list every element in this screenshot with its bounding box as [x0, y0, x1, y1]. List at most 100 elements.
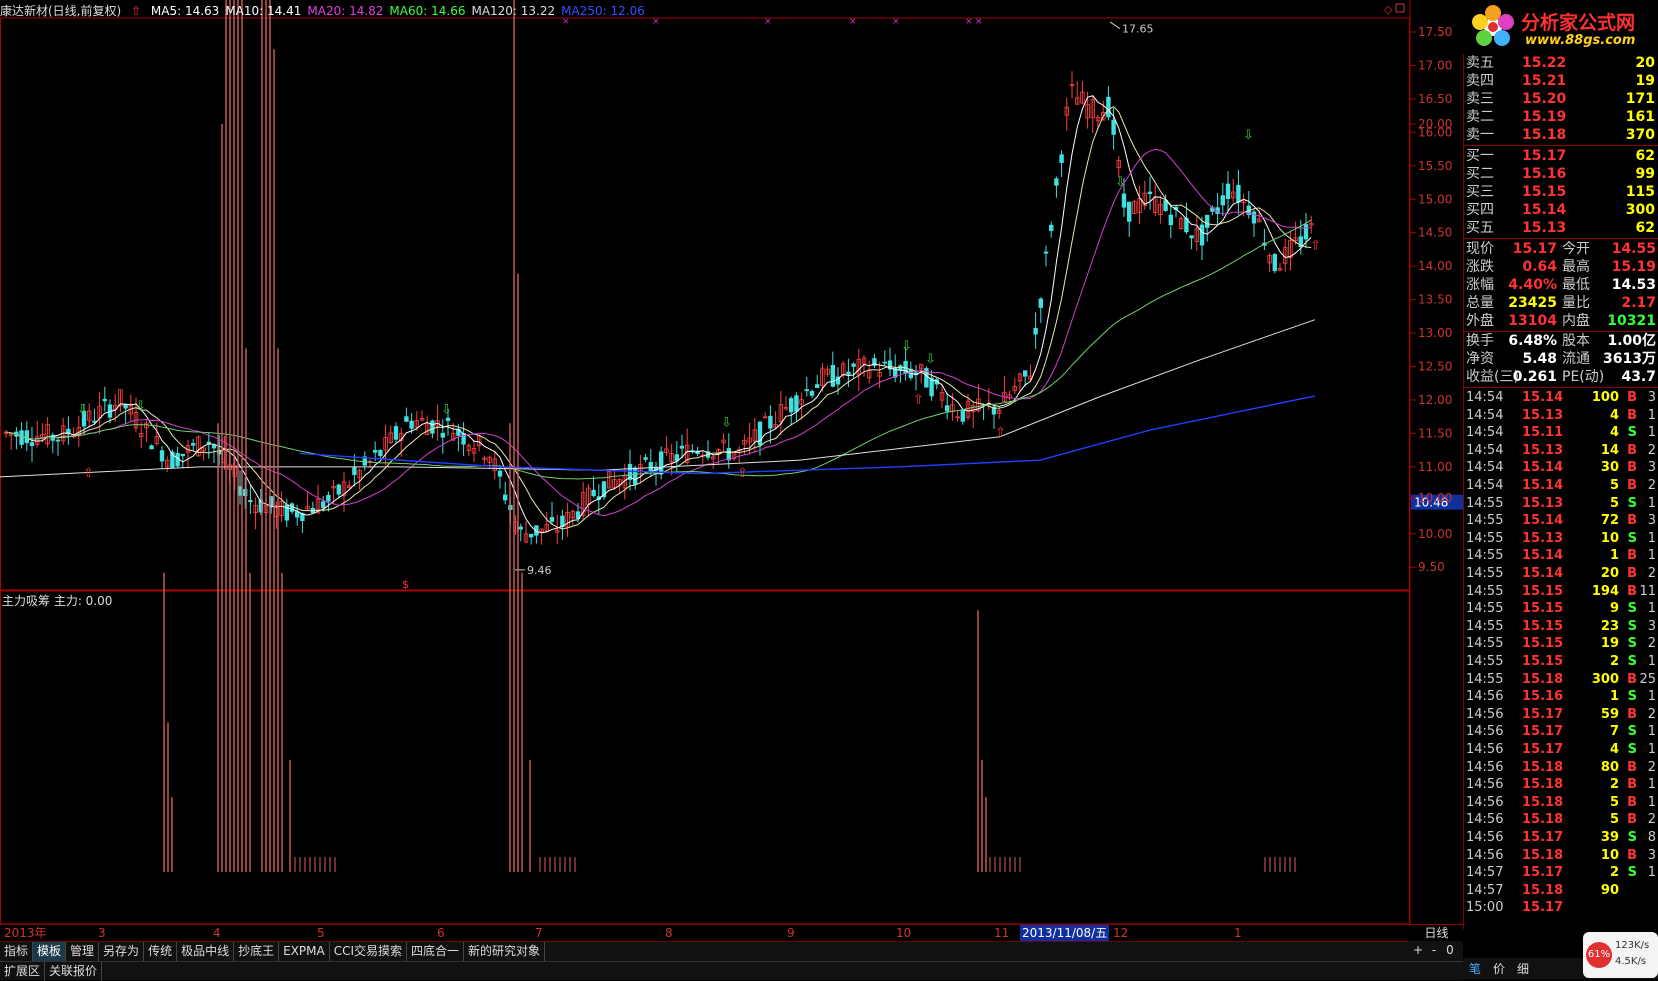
bid-row[interactable]: 买五 15.13 62 [1464, 219, 1658, 238]
candle-body [180, 453, 185, 457]
bid-row[interactable]: 买三 15.15 115 [1464, 183, 1658, 202]
tick-volume: 39 [1600, 830, 1619, 845]
tick-price: 15.18 [1522, 794, 1564, 810]
zoom-ctrl-2[interactable]: 0 [1442, 941, 1458, 960]
stat-row: 总量 23425 量比 2.17 [1464, 294, 1658, 313]
bid-row[interactable]: 买二 15.16 99 [1464, 165, 1658, 184]
tab-4[interactable]: 传统 [144, 942, 178, 961]
date-label: 7 [535, 926, 543, 940]
tick-side: B [1627, 442, 1637, 458]
tick-price: 15.15 [1522, 654, 1564, 669]
ma-label-2: MA20: 14.82 [307, 4, 384, 18]
tab-7[interactable]: EXPMA [279, 942, 330, 961]
bid-row[interactable]: 买一 15.17 62 [1464, 147, 1658, 166]
dollar-marker-icon: $ [402, 578, 409, 591]
zoom-ctrl-0[interactable]: + [1410, 941, 1426, 960]
ask-row[interactable]: 卖四 15.21 19 [1464, 72, 1658, 91]
tab-10[interactable]: 新的研究对象 [464, 942, 546, 961]
tick-count: 1 [1647, 742, 1656, 757]
stat-label: 总量 [1466, 295, 1494, 311]
stat-value: 4.40% [1508, 277, 1557, 293]
stat-label: 外盘 [1466, 313, 1494, 329]
candle-body [1106, 96, 1111, 118]
tick-price: 15.15 [1522, 636, 1564, 652]
candle-body [352, 467, 357, 476]
bid-price: 15.15 [1522, 184, 1567, 200]
tab-3[interactable]: 另存为 [99, 942, 145, 961]
stat-row: 外盘 13104 内盘 10321 [1464, 312, 1658, 331]
zoom-ctrl-1[interactable]: - [1426, 941, 1442, 960]
ask-row[interactable]: 卖一 15.18 370 [1464, 126, 1658, 145]
tick-count: 11 [1639, 583, 1656, 599]
stat-row: 换手 6.48% 股本 1.00亿 [1464, 332, 1658, 351]
candle-body [123, 404, 128, 409]
date-label: 1 [1234, 926, 1242, 940]
date-label: 8 [665, 926, 673, 940]
stat-value: 5.48 [1522, 351, 1557, 367]
buy-arrow-icon: ⇧ [995, 426, 1006, 441]
bid-row[interactable]: 买四 15.14 300 [1464, 201, 1658, 220]
date-label: 6 [437, 926, 445, 940]
tick-row: 14:57 15.18 90 [1464, 882, 1658, 900]
date-label: 2013年 [4, 926, 47, 940]
tick-time: 14:56 [1466, 759, 1504, 775]
tab-2[interactable]: 管理 [66, 942, 100, 961]
price-axis-label: 12.00 [1418, 393, 1452, 407]
tick-time: 14:55 [1466, 495, 1504, 511]
indicator-title: 主力吸筹 主力: 0.00 [2, 594, 112, 608]
tick-volume: 14 [1600, 442, 1619, 458]
tick-side: S [1627, 724, 1637, 740]
tab-ticks[interactable]: 笔 [1469, 960, 1481, 977]
tick-count: 3 [1647, 460, 1656, 476]
stat-label: 最高 [1562, 259, 1590, 275]
ma-label-1: MA10: 14.41 [225, 4, 302, 18]
tick-count: 1 [1647, 724, 1656, 740]
tick-volume: 2 [1609, 865, 1619, 881]
tick-price: 15.13 [1522, 530, 1564, 546]
tick-count: 2 [1647, 812, 1656, 828]
tick-price: 15.14 [1522, 566, 1564, 581]
tab-8[interactable]: CCI交易摸索 [330, 942, 408, 961]
ask-row[interactable]: 卖二 15.19 161 [1464, 108, 1658, 127]
candle-body [882, 361, 887, 364]
buy-arrow-icon: ⇧ [1310, 238, 1321, 253]
candle-body [55, 439, 61, 442]
tick-count: 3 [1647, 513, 1656, 529]
kline-chart[interactable]: 17.5017.0016.5016.0015.5015.0014.5014.00… [0, 0, 1463, 924]
period-label[interactable]: 日线 [1410, 924, 1463, 941]
ask-price: 15.21 [1522, 73, 1567, 89]
candle-body [336, 484, 341, 495]
tab-price[interactable]: 价 [1493, 960, 1505, 977]
tab-detail[interactable]: 细 [1517, 960, 1529, 977]
tab-1[interactable]: 模板 [33, 942, 67, 961]
tab-0[interactable]: 指标 [0, 942, 34, 961]
ask-label: 卖三 [1466, 91, 1494, 107]
tick-side: B [1627, 566, 1637, 581]
candle-body [945, 405, 950, 412]
stat-value: 14.55 [1611, 241, 1656, 257]
indicator-panel-frame [0, 590, 1410, 924]
ask-row[interactable]: 卖五 15.22 20 [1464, 54, 1658, 73]
sell-arrow-icon: ⇩ [925, 352, 936, 367]
price-axis-label: 16.50 [1418, 92, 1452, 106]
tick-volume: 5 [1609, 495, 1619, 511]
tick-time: 14:57 [1466, 865, 1504, 881]
candle-body [393, 426, 399, 440]
price-axis-label: 13.50 [1418, 293, 1452, 307]
candle-body [289, 503, 295, 512]
net-up: 123K/s [1615, 940, 1650, 951]
candle-body [1121, 193, 1127, 208]
tick-count: 1 [1647, 777, 1656, 793]
ask-row[interactable]: 卖三 15.20 171 [1464, 90, 1658, 109]
tab-5[interactable]: 极品中线 [177, 942, 235, 961]
tick-side: S [1627, 742, 1637, 757]
tab-6[interactable]: 抄底王 [234, 942, 280, 961]
ext-tab-0[interactable]: 扩展区 [0, 962, 46, 981]
tick-row: 14:54 15.13 4 B 1 [1464, 407, 1658, 425]
tick-time: 14:54 [1466, 407, 1504, 423]
tab-9[interactable]: 四底合一 [407, 942, 465, 961]
ask-label: 卖五 [1466, 55, 1494, 71]
ask-volume: 19 [1635, 73, 1655, 89]
candle-body [518, 526, 523, 530]
ext-tab-1[interactable]: 关联报价 [45, 962, 103, 981]
